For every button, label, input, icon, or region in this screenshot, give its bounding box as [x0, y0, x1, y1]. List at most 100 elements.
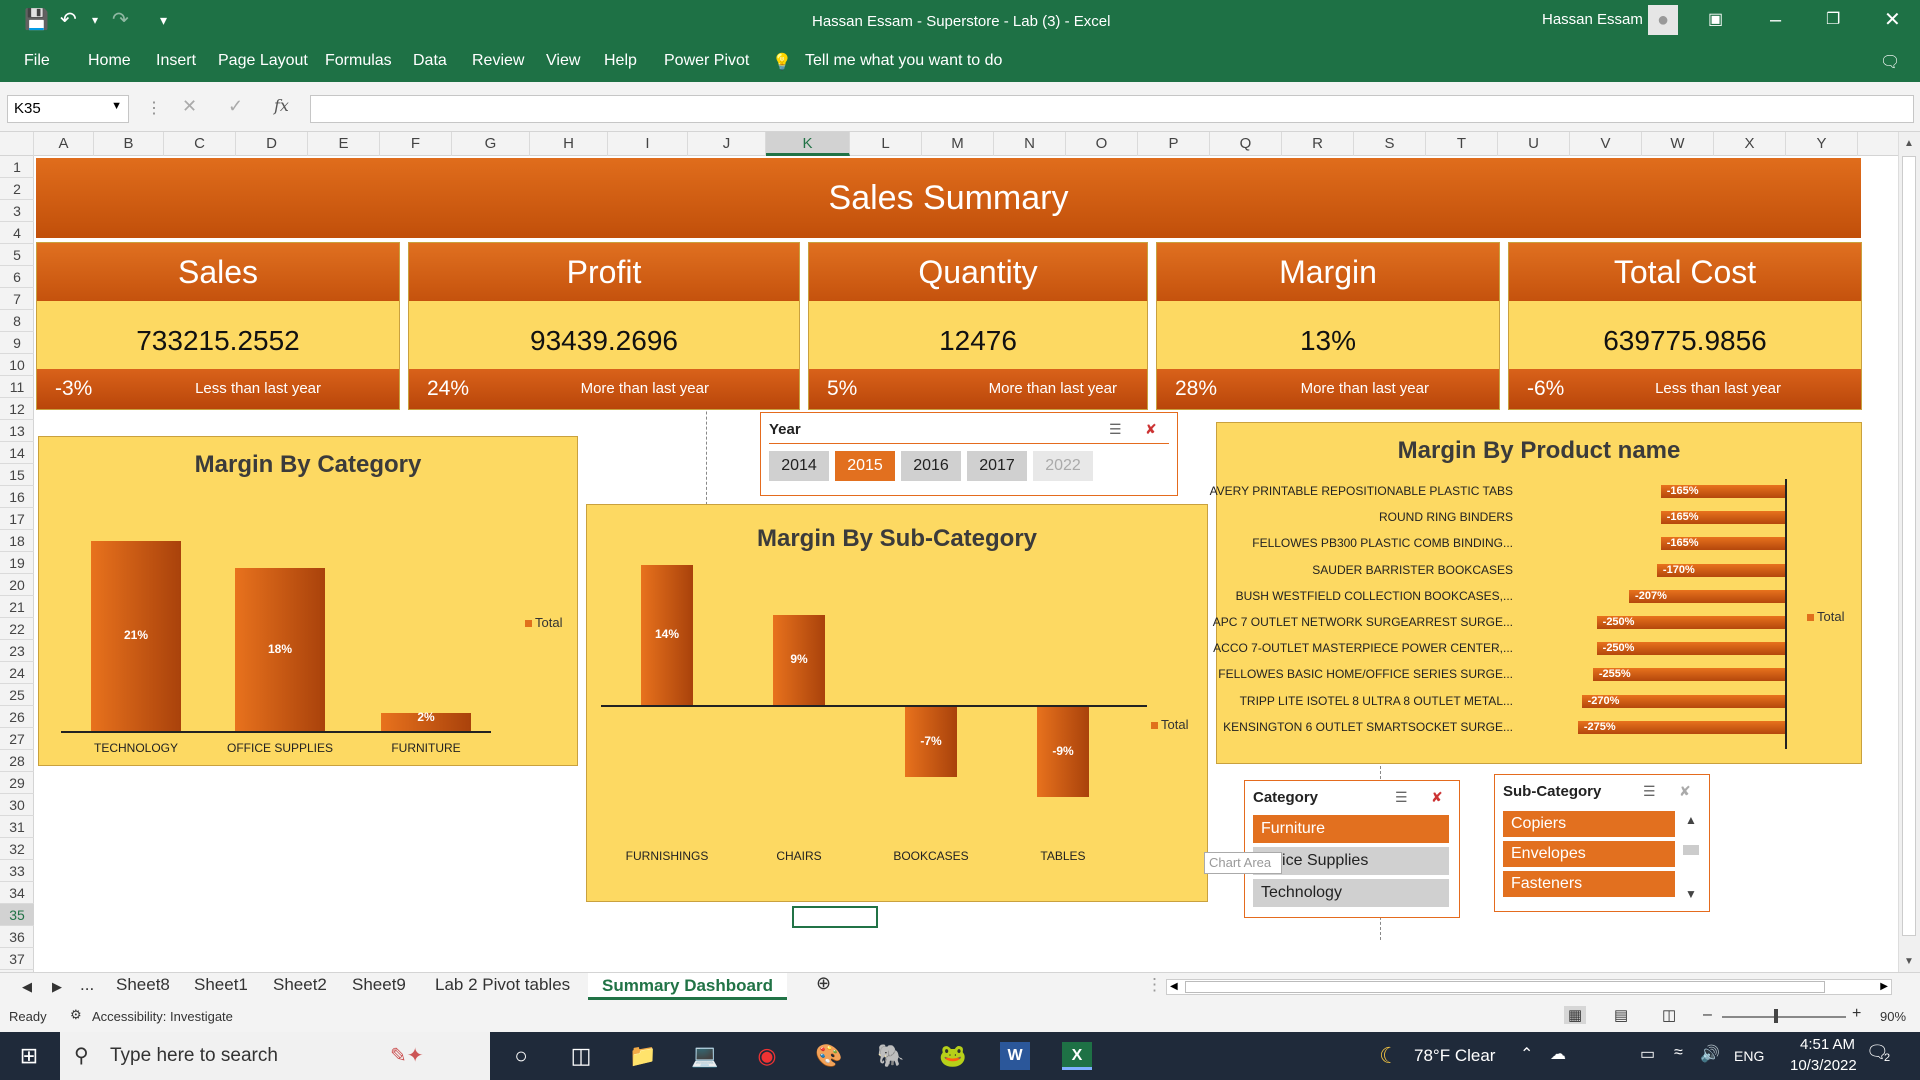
tab-power-pivot[interactable]: Power Pivot: [664, 52, 749, 70]
taskbar-search[interactable]: ⚲ Type here to search ✎✦: [60, 1032, 490, 1080]
column-header-r[interactable]: R: [1282, 132, 1354, 156]
chart-margin-by-subcategory[interactable]: Margin By Sub-Category Total 14% FURNISHI…: [586, 504, 1208, 902]
language-indicator[interactable]: ENG: [1734, 1048, 1764, 1064]
zoom-out-icon[interactable]: –: [1703, 1006, 1712, 1024]
column-header-e[interactable]: E: [308, 132, 380, 156]
scroll-thumb[interactable]: [1185, 981, 1825, 993]
multi-select-icon[interactable]: ☰: [1109, 421, 1122, 438]
horizontal-scrollbar[interactable]: ◀ ▶: [1166, 979, 1892, 995]
column-header-s[interactable]: S: [1354, 132, 1426, 156]
undo-dropdown-icon[interactable]: ▾: [92, 8, 98, 32]
tab-file[interactable]: File: [24, 52, 50, 70]
row-header-5[interactable]: 5: [0, 244, 34, 266]
page-layout-icon[interactable]: ▤: [1614, 1006, 1628, 1024]
windows-start-icon[interactable]: ⊞: [14, 1042, 44, 1070]
redo-icon[interactable]: ↷: [112, 8, 129, 32]
column-header-i[interactable]: I: [608, 132, 688, 156]
chrome-icon[interactable]: ◉: [752, 1042, 782, 1070]
tab-insert[interactable]: Insert: [156, 52, 196, 70]
enter-icon[interactable]: ✓: [228, 96, 243, 117]
tab-help[interactable]: Help: [604, 52, 637, 70]
row-header-35[interactable]: 35: [0, 904, 34, 926]
tab-view[interactable]: View: [546, 52, 580, 70]
normal-view-icon[interactable]: ▦: [1564, 1006, 1587, 1024]
vertical-scrollbar[interactable]: ▲ ▼: [1898, 132, 1920, 972]
column-header-x[interactable]: X: [1714, 132, 1786, 156]
word-icon[interactable]: W: [1000, 1042, 1030, 1070]
column-header-a[interactable]: A: [34, 132, 94, 156]
row-header-7[interactable]: 7: [0, 288, 34, 310]
chart-margin-by-category[interactable]: Margin By Category Total 21% TECHNOLOGY 18…: [38, 436, 578, 766]
zoom-in-icon[interactable]: +: [1852, 1005, 1861, 1023]
selected-cell[interactable]: [792, 906, 878, 928]
avatar[interactable]: ●: [1648, 5, 1678, 35]
row-header-18[interactable]: 18: [0, 530, 34, 552]
column-header-q[interactable]: Q: [1210, 132, 1282, 156]
row-header-9[interactable]: 9: [0, 332, 34, 354]
row-header-30[interactable]: 30: [0, 794, 34, 816]
column-header-v[interactable]: V: [1570, 132, 1642, 156]
row-header-25[interactable]: 25: [0, 684, 34, 706]
slicer-item-office-supplies[interactable]: Office Supplies: [1253, 847, 1449, 875]
row-header-3[interactable]: 3: [0, 200, 34, 222]
kpi-card-total-cost[interactable]: Total Cost 639775.9856 -6% Less than las…: [1508, 242, 1862, 410]
tab-data[interactable]: Data: [413, 52, 447, 70]
row-header-34[interactable]: 34: [0, 882, 34, 904]
row-header-6[interactable]: 6: [0, 266, 34, 288]
column-header-p[interactable]: P: [1138, 132, 1210, 156]
zoom-level[interactable]: 90%: [1880, 1009, 1906, 1024]
ribbon-display-icon[interactable]: ▣: [1708, 8, 1723, 32]
kpi-card-quantity[interactable]: Quantity 12476 5% More than last year: [808, 242, 1148, 410]
row-header-8[interactable]: 8: [0, 310, 34, 332]
scroll-up-icon[interactable]: ▲: [1685, 813, 1697, 827]
prev-sheet-icon[interactable]: ◀: [22, 979, 32, 995]
sheet-tab-lab2-pivot[interactable]: Lab 2 Pivot tables: [435, 975, 570, 995]
undo-icon[interactable]: ↶: [60, 8, 77, 32]
formula-input[interactable]: [310, 95, 1914, 123]
chevron-down-icon[interactable]: ▼: [111, 100, 122, 112]
row-header-24[interactable]: 24: [0, 662, 34, 684]
multi-select-icon[interactable]: ☰: [1395, 789, 1408, 806]
row-header-29[interactable]: 29: [0, 772, 34, 794]
sheet-tab-sheet1[interactable]: Sheet1: [194, 975, 248, 995]
clock-time[interactable]: 4:51 AM: [1800, 1036, 1855, 1053]
slicer-item-2015[interactable]: 2015: [835, 451, 895, 481]
name-box[interactable]: K35 ▼: [7, 95, 129, 123]
slicer-item-2022[interactable]: 2022: [1033, 451, 1093, 481]
column-header-c[interactable]: C: [164, 132, 236, 156]
restore-icon[interactable]: ❐: [1826, 8, 1840, 32]
clear-filter-icon[interactable]: ✘: [1679, 783, 1691, 800]
sheet-tab-sheet2[interactable]: Sheet2: [273, 975, 327, 995]
tray-chevron-icon[interactable]: ⌃: [1520, 1044, 1533, 1064]
column-header-l[interactable]: L: [850, 132, 922, 156]
row-header-22[interactable]: 22: [0, 618, 34, 640]
row-header-28[interactable]: 28: [0, 750, 34, 772]
page-break-preview-icon[interactable]: ◫: [1662, 1006, 1676, 1024]
slicer-item-fasteners[interactable]: Fasteners: [1503, 871, 1675, 897]
clock-date[interactable]: 10/3/2022: [1790, 1057, 1857, 1074]
chart-margin-by-product[interactable]: Margin By Product name Total AVERY PRINT…: [1210, 422, 1862, 764]
slicer-year[interactable]: Year ☰ ✘ 2014 2015 2016 2017 2022: [760, 412, 1178, 496]
file-explorer-icon[interactable]: 📁: [628, 1042, 658, 1070]
close-icon[interactable]: ✕: [1884, 8, 1901, 32]
next-sheet-icon[interactable]: ▶: [52, 979, 62, 995]
slicer-subcategory[interactable]: Sub-Category ☰ ✘ Copiers Envelopes Faste…: [1494, 774, 1710, 912]
row-header-1[interactable]: 1: [0, 156, 34, 178]
minimize-icon[interactable]: –: [1770, 8, 1781, 32]
onedrive-icon[interactable]: ☁: [1550, 1044, 1566, 1064]
weather-text[interactable]: 78°F Clear: [1414, 1046, 1495, 1066]
paint-icon[interactable]: 🎨: [814, 1042, 844, 1070]
zoom-slider[interactable]: [1722, 1016, 1846, 1018]
column-header-j[interactable]: J: [688, 132, 766, 156]
row-header-20[interactable]: 20: [0, 574, 34, 596]
kpi-card-sales[interactable]: Sales 733215.2552 -3% Less than last yea…: [36, 242, 400, 410]
tell-me-box[interactable]: Tell me what you want to do: [805, 52, 1002, 70]
multi-select-icon[interactable]: ☰: [1643, 783, 1656, 800]
scroll-down-icon[interactable]: ▼: [1904, 956, 1914, 967]
row-header-32[interactable]: 32: [0, 838, 34, 860]
scroll-left-icon[interactable]: ◀: [1170, 981, 1178, 992]
accessibility-status[interactable]: Accessibility: Investigate: [92, 1009, 233, 1024]
slicer-item-copiers[interactable]: Copiers: [1503, 811, 1675, 837]
scroll-right-icon[interactable]: ▶: [1880, 981, 1888, 992]
more-sheets-icon[interactable]: ...: [80, 975, 94, 995]
